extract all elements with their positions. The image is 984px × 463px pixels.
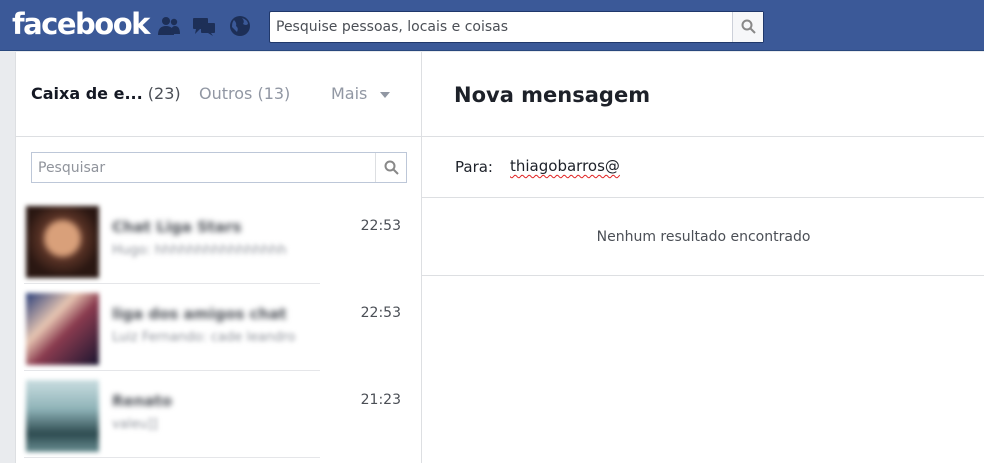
notifications-globe-icon[interactable] [228, 15, 252, 37]
top-search-button[interactable] [732, 12, 763, 42]
recipient-input[interactable]: thiagobarros@ [510, 157, 620, 175]
inbox-search-button[interactable] [375, 153, 406, 182]
top-search-input[interactable] [276, 17, 726, 37]
thread-snippet: Hugo: hhhhhhhhhhhhhhhh [112, 243, 287, 258]
avatar [26, 293, 99, 365]
thread-name: Renato [112, 392, 172, 410]
inbox-tabs: Caixa de e... (23) Outros (13) Mais [16, 52, 422, 137]
avatar [26, 206, 99, 278]
thread-time: 22:53 [360, 305, 401, 321]
thread-time: 22:53 [360, 218, 401, 234]
thread-name: liga dos amigos chat [112, 305, 287, 323]
thread-item[interactable]: Chat Liga Stars Hugo: hhhhhhhhhhhhhhhh 2… [16, 198, 416, 284]
thread-snippet: Luiz Fernando: cade leandro [112, 330, 296, 345]
facebook-logo[interactable]: facebook [12, 7, 150, 41]
tab-more-label: Mais [331, 84, 368, 103]
chevron-down-icon [380, 91, 391, 98]
search-icon [384, 160, 399, 175]
thread-time: 21:23 [360, 392, 401, 408]
tab-more[interactable]: Mais [331, 84, 391, 103]
friends-icon[interactable] [157, 15, 181, 37]
divider [24, 457, 320, 458]
messages-icon[interactable] [192, 15, 216, 37]
recipient-field[interactable]: Para: thiagobarros@ [422, 137, 984, 198]
avatar [26, 380, 99, 452]
messages-page: Caixa de e... (23) Outros (13) Mais Pesq… [15, 52, 984, 463]
recipient-suggestions: Nenhum resultado encontrado [422, 198, 984, 276]
divider [24, 283, 320, 284]
recipient-label: Para: [455, 158, 493, 176]
tab-inbox-count: (23) [147, 84, 181, 103]
thread-name: Chat Liga Stars [112, 218, 242, 236]
search-icon [741, 19, 756, 34]
tab-other-label: Outros [199, 84, 253, 103]
top-navigation-bar: facebook [0, 0, 984, 51]
thread-item[interactable]: Renato valeu]] 21:23 [16, 372, 416, 458]
tab-other[interactable]: Outros (13) [199, 84, 290, 103]
compose-header: Nova mensagem [422, 52, 984, 137]
inbox-search-input[interactable] [38, 158, 368, 177]
page-title: Nova mensagem [454, 83, 651, 107]
divider [24, 370, 320, 371]
thread-item[interactable]: liga dos amigos chat Luiz Fernando: cade… [16, 285, 416, 371]
inbox-search-box [31, 152, 407, 183]
compose-column: Nova mensagem Para: thiagobarros@ Nenhum… [422, 52, 984, 463]
top-search-box [269, 11, 764, 43]
tab-inbox[interactable]: Caixa de e... (23) [31, 84, 181, 103]
thread-snippet: valeu]] [112, 417, 158, 432]
no-results-message: Nenhum resultado encontrado [596, 229, 811, 245]
tab-inbox-label: Caixa de e... [31, 84, 143, 103]
inbox-column: Caixa de e... (23) Outros (13) Mais Pesq… [16, 52, 422, 463]
tab-other-count: (13) [257, 84, 291, 103]
